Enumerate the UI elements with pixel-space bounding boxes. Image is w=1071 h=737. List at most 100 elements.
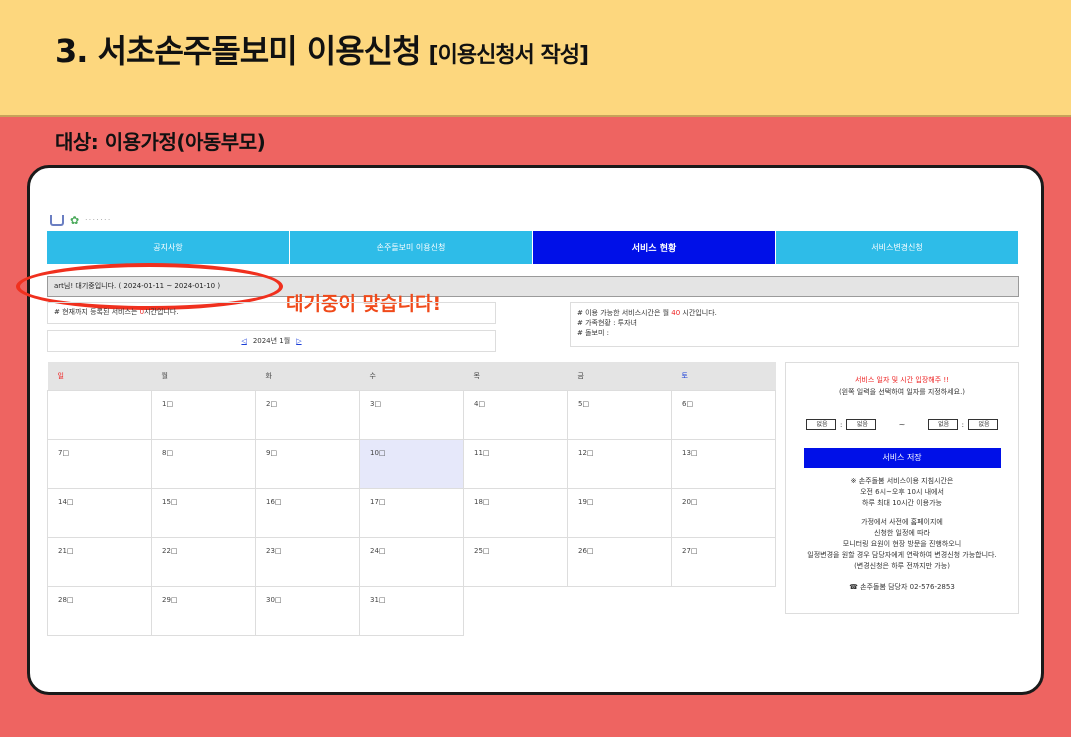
weekday-thu: 목 [463,362,568,390]
calendar-day[interactable]: 13□ [671,438,776,489]
nav-notice[interactable]: 공지사항 [47,231,290,264]
end-minute-select[interactable]: 없음 [967,419,998,430]
weekday-sun: 일 [47,362,152,390]
calendar-empty [568,586,672,635]
calendar-day[interactable]: 21□ [47,536,152,587]
calendar-day[interactable]: 29□ [151,585,256,636]
time-separator: ~ [898,420,906,429]
calendar-day[interactable]: 26□ [567,536,672,587]
end-hour-select[interactable]: 없음 [927,419,958,430]
calendar-day [47,389,152,440]
calendar-day[interactable]: 5□ [567,389,672,440]
available-hours-info: # 이용 가능한 서비스시간은 월 40 시간입니다. # 가족현황 : 투자녀… [570,302,1019,347]
slide-title: 3. 서초손주돌보미 이용신청 [이용신청서 작성] [55,26,589,72]
weekday-tue: 화 [255,362,360,390]
calendar-day[interactable]: 14□ [47,487,152,538]
start-colon: : [840,420,843,429]
calendar-day[interactable]: 24□ [359,536,464,587]
slide-title-text: 3. 서초손주돌보미 이용신청 [55,32,422,70]
calendar-day[interactable]: 12□ [567,438,672,489]
calendar-day[interactable]: 27□ [671,536,776,587]
month-navigator: ◁ 2024년 1월 ▷ [47,330,496,352]
calendar-day[interactable]: 23□ [255,536,360,587]
weekday-mon: 월 [151,362,256,390]
calendar-day[interactable]: 17□ [359,487,464,538]
notice-line: (변경신청은 하루 전까지만 가능) [854,562,950,570]
notice-line: 일정변경을 원할 경우 담당자에게 연락하여 변경신청 가능합니다. [807,551,997,559]
contact-info: ☎ 손주돌봄 담당자 02-576-2853 [849,583,955,591]
registered-hours-info: # 현재까지 등록된 서비스는 0시간입니다. [47,302,496,324]
calendar-day[interactable]: 6□ [671,389,776,440]
logo-text-decoration: · · · · · · · [85,217,111,224]
calendar-week: 21□ 22□ 23□ 24□ 25□ 26□ 27□ [47,536,776,587]
calendar-week: 7□ 8□ 9□ 10□ 11□ 12□ 13□ [47,438,776,489]
start-hour-select[interactable]: 없음 [806,419,836,430]
calendar-day[interactable]: 3□ [359,389,464,440]
weekday-header: 일 월 화 수 목 금 토 [47,362,776,390]
family-status: # 가족현황 : 투자녀 [577,319,637,327]
calendar-day[interactable]: 11□ [463,438,568,489]
weekday-wed: 수 [359,362,464,390]
calendar-day[interactable]: 7□ [47,438,152,489]
calendar-day[interactable]: 8□ [151,438,256,489]
notice-line: 오전 6시~오후 10시 내에서 [860,488,944,496]
calendar-day[interactable]: 30□ [255,585,360,636]
nav-apply[interactable]: 손주돌보미 이용신청 [290,231,533,264]
calendar-day[interactable]: 25□ [463,536,568,587]
notice-line: 하루 최대 10시간 이용가능 [862,499,942,507]
notice-line: 가정에서 사전에 홈페이지에 [861,518,943,526]
panel-subtitle: (왼쪽 일력을 선택하여 일자를 지정하세요.) [838,388,966,396]
end-colon: : [961,420,964,429]
slide-title-sub: [이용신청서 작성] [428,43,589,68]
leaf-icon: ✿ [70,214,80,227]
calendar-week: 1□ 2□ 3□ 4□ 5□ 6□ [47,389,776,440]
usage-notice: ※ 손주돌봄 서비스이용 지침시간은 오전 6시~오후 10시 내에서 하루 최… [786,476,1018,572]
weekday-fri: 금 [567,362,672,390]
calendar-empty [672,586,776,635]
nav-service-status[interactable]: 서비스 현황 [533,231,776,264]
calendar-empty [464,586,568,635]
calendar-day[interactable]: 2□ [255,389,360,440]
next-month-icon[interactable]: ▷ [296,337,301,345]
prev-month-icon[interactable]: ◁ [241,337,246,345]
main-nav: 공지사항 손주돌보미 이용신청 서비스 현황 서비스변경신청 [47,231,1019,264]
calendar-day-today[interactable]: 10□ [359,438,464,489]
calendar-day[interactable]: 31□ [359,585,464,636]
calendar-day[interactable]: 15□ [151,487,256,538]
calendar-day[interactable]: 19□ [567,487,672,538]
time-selector-row: 없음 : 없음 ~ 없음 : 없음 [786,419,1018,430]
save-service-button[interactable]: 서비스 저장 [803,448,1001,468]
caregiver-status: # 돌보미 : [577,329,609,337]
panel-title: 서비스 일자 및 시간 입장해주 !! [854,376,950,384]
calendar-week: 14□ 15□ 16□ 17□ 18□ 19□ 20□ [47,487,776,538]
weekday-sat: 토 [671,362,776,390]
end-time-group: 없음 : 없음 [927,419,998,430]
notice-line: ※ 손주돌봄 서비스이용 지침시간은 [850,477,954,485]
notice-line: 모니터링 요원이 현장 방문을 진행하오니 [842,540,962,548]
calendar-day[interactable]: 1□ [151,389,256,440]
calendar-day[interactable]: 18□ [463,487,568,538]
start-minute-select[interactable]: 없음 [846,419,877,430]
nav-change-request[interactable]: 서비스변경신청 [776,231,1019,264]
title-banner: 3. 서초손주돌보미 이용신청 [이용신청서 작성] [0,0,1071,117]
service-time-panel: 서비스 일자 및 시간 입장해주 !! (왼쪽 일력을 선택하여 일자를 지정하… [785,362,1019,614]
available-prefix: # 이용 가능한 서비스시간은 월 [577,309,672,317]
notice-line: 신청한 일정에 따라 [874,529,930,537]
target-label: 대상: 이용가정(아동부모) [55,130,266,154]
calendar-day[interactable]: 4□ [463,389,568,440]
calendar-day[interactable]: 28□ [47,585,152,636]
available-hours-line: # 이용 가능한 서비스시간은 월 40 시간입니다. [577,308,1012,318]
calendar-week: 28□ 29□ 30□ 31□ [47,585,776,636]
available-hours: 40 [671,309,681,317]
service-calendar: 일 월 화 수 목 금 토 1□ 2□ 3□ 4□ 5□ 6□ 7□ 8□ 9□… [47,362,776,636]
logo-mark-icon [50,215,64,226]
calendar-day[interactable]: 22□ [151,536,256,587]
start-time-group: 없음 : 없음 [806,419,877,430]
calendar-day[interactable]: 16□ [255,487,360,538]
month-label: 2024년 1월 [252,337,291,345]
available-suffix: 시간입니다. [680,309,717,317]
calendar-day[interactable]: 20□ [671,487,776,538]
site-logo[interactable]: ✿ · · · · · · · [50,214,110,227]
registered-suffix: 시간입니다. [144,308,179,316]
calendar-day[interactable]: 9□ [255,438,360,489]
